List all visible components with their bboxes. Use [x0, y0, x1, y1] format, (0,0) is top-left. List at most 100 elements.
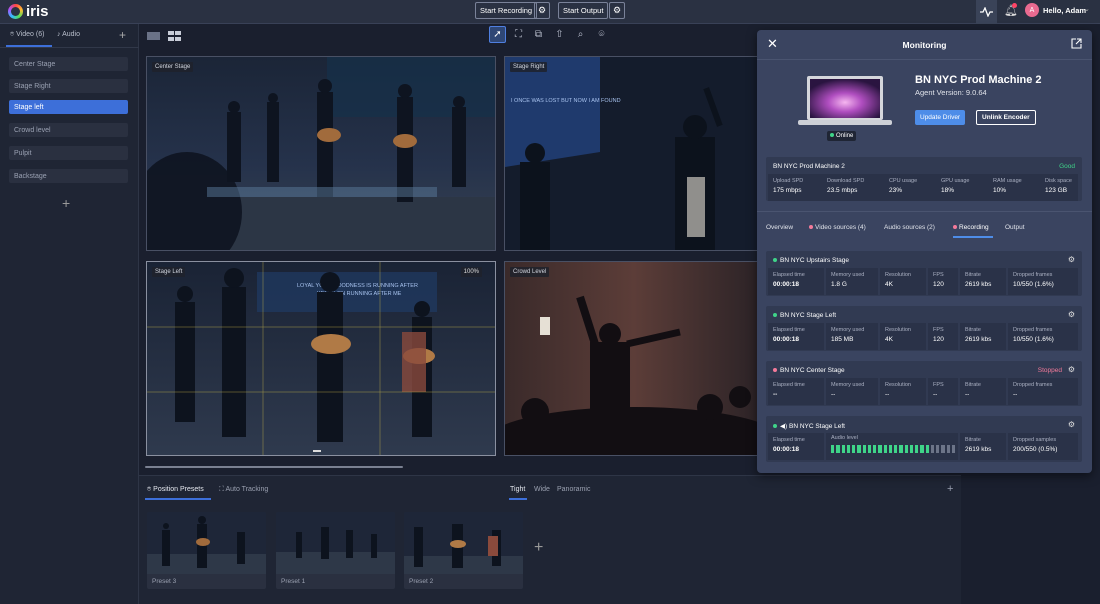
metric-label: GPU usage	[941, 178, 970, 184]
output-settings-gear-icon[interactable]: ⚙	[609, 2, 625, 19]
zoom-panoramic-tab[interactable]: Panoramic	[557, 486, 590, 493]
sidebar-item-center-stage[interactable]: Center Stage	[9, 57, 128, 71]
settings-gear-icon[interactable]: ⚙	[1068, 310, 1075, 319]
settings-gear-icon[interactable]: ⚙	[1068, 365, 1075, 374]
single-layout-icon[interactable]	[147, 31, 160, 41]
location-pin-icon: ⌾	[147, 486, 152, 493]
machine-name: BN NYC Prod Machine 2	[915, 74, 1042, 86]
dropped-cell: Dropped frames --	[1008, 378, 1078, 405]
cell-label: Dropped frames	[1013, 272, 1053, 278]
tab-video-label: Video (6)	[16, 31, 45, 38]
camera-feed-center-stage[interactable]: Center Stage	[146, 56, 496, 251]
sidebar-item-pulpit[interactable]: Pulpit	[9, 146, 128, 160]
audio-level-segment	[836, 445, 840, 453]
metric-upload: Upload SPD 175 mbps	[768, 174, 820, 201]
camera-feed-crowd-level[interactable]: Crowd Level	[504, 261, 762, 456]
horizontal-scrollbar[interactable]	[145, 466, 403, 468]
tab-recording[interactable]: Recording	[953, 224, 989, 231]
resize-frame-icon[interactable]: ⧉	[530, 26, 547, 43]
tab-auto-tracking-label: Auto Tracking	[225, 486, 269, 493]
tab-overview[interactable]: Overview	[766, 224, 793, 231]
select-pointer-icon[interactable]: ➚	[489, 26, 506, 43]
status-badge: Online	[827, 131, 857, 141]
cell-value: --	[1013, 391, 1018, 398]
alert-dot	[809, 225, 813, 229]
recording-card: BN NYC Upstairs Stage ⚙ Elapsed time 00:0…	[766, 251, 1082, 296]
chevron-down-icon[interactable]: ⌄	[1084, 5, 1090, 13]
sidebar-item-crowd-level[interactable]: Crowd level	[9, 123, 128, 137]
add-camera-plus-icon[interactable]: +	[62, 195, 70, 211]
focus-target-icon[interactable]: ⌾	[593, 26, 610, 43]
cell-label: Memory used	[831, 382, 865, 388]
zoom-wide-tab[interactable]: Wide	[534, 486, 550, 493]
settings-gear-icon[interactable]: ⚙	[1068, 255, 1075, 264]
fps-cell: FPS 120	[928, 323, 958, 350]
cell-value: --	[831, 391, 836, 398]
unlink-encoder-button[interactable]: Unlink Encoder	[976, 110, 1036, 125]
tab-position-presets-label: Position Presets	[153, 486, 204, 493]
tab-output[interactable]: Output	[1005, 224, 1025, 231]
settings-gear-icon[interactable]: ⚙	[1068, 420, 1075, 429]
open-external-icon[interactable]	[1071, 38, 1082, 49]
crop-frame-icon[interactable]: ⛶	[510, 26, 527, 43]
active-zoom-underline	[509, 498, 527, 500]
preset-card[interactable]: Preset 3	[147, 512, 266, 589]
cell-value: --	[773, 391, 778, 398]
tab-auto-tracking[interactable]: ⛶ Auto Tracking	[219, 486, 268, 494]
add-source-plus-icon[interactable]: +	[119, 28, 126, 42]
add-preset-plus-icon[interactable]: +	[534, 539, 543, 557]
cell-value: --	[885, 391, 890, 398]
camera-feed-stage-right[interactable]: I ONCE WAS LOST BUT NOW I AM FOUND Stage…	[504, 56, 762, 251]
update-driver-button[interactable]: Update Driver	[915, 110, 966, 125]
tab-position-presets[interactable]: ⌾ Position Presets	[147, 486, 204, 494]
metric-value: 10%	[993, 187, 1007, 194]
add-preset-plus-icon[interactable]: +	[947, 483, 953, 495]
cell-label: Elapsed time	[773, 382, 805, 388]
camera-feed-stage-left[interactable]: LOYAL YOUR GOODNESS IS RUNNING AFTER KEE…	[146, 261, 496, 456]
zoom-icon[interactable]: ⌕	[572, 26, 589, 43]
tab-audio[interactable]: ♪ Audio	[57, 31, 80, 38]
audio-level-segment	[930, 445, 934, 453]
active-tab-underline	[953, 236, 993, 238]
cell-label: Dropped frames	[1013, 327, 1053, 333]
tab-audio-sources[interactable]: Audio sources (2)	[884, 224, 935, 231]
monitoring-pulse-button[interactable]	[976, 0, 997, 24]
status-dot	[773, 313, 777, 317]
cell-value: 00:00:18	[773, 336, 800, 343]
cell-label: Bitrate	[965, 382, 981, 388]
sidebar-item-stage-right[interactable]: Stage Right	[9, 79, 128, 93]
cell-label: FPS	[933, 382, 944, 388]
sidebar-item-stage-left[interactable]: Stage left	[9, 100, 128, 114]
sidebar-item-backstage[interactable]: Backstage	[9, 169, 128, 183]
recording-name: BN NYC Stage Left	[773, 312, 836, 319]
user-greeting[interactable]: Hello, Adam	[1043, 6, 1086, 15]
preset-card[interactable]: Preset 2	[404, 512, 523, 589]
cell-value: 00:00:18	[773, 281, 800, 288]
tab-video-sources[interactable]: Video sources (4)	[809, 224, 866, 231]
fps-cell: FPS 120	[928, 268, 958, 295]
recording-settings-gear-icon[interactable]: ⚙	[534, 2, 550, 19]
metric-ram: RAM usage 10%	[988, 174, 1036, 201]
move-icon[interactable]: ⇧	[551, 26, 568, 43]
laptop-image	[798, 76, 892, 125]
avatar[interactable]: A	[1025, 3, 1039, 17]
recording-name-text: BN NYC Stage Left	[788, 423, 845, 430]
grid-layout-icon[interactable]	[168, 31, 181, 41]
resolution-cell: Resolution 4K	[880, 323, 926, 350]
metric-label: Disk space	[1045, 178, 1072, 184]
audio-level-segment	[873, 445, 877, 453]
audio-level-segment	[915, 445, 919, 453]
preset-card[interactable]: Preset 1	[276, 512, 395, 589]
cell-label: Memory used	[831, 327, 865, 333]
alert-dot	[953, 225, 957, 229]
iris-logo[interactable]: iris	[8, 3, 49, 20]
cell-value: 00:00:18	[773, 446, 800, 453]
audio-level-segment	[878, 445, 882, 453]
tab-video[interactable]: ⌾ Video (6)	[10, 31, 44, 39]
zoom-tight-tab[interactable]: Tight	[510, 486, 525, 493]
start-recording-button[interactable]: Start Recording	[475, 2, 538, 19]
audio-level-segment	[925, 445, 929, 453]
cell-value: 200/550 (0.5%)	[1013, 446, 1058, 453]
start-output-button[interactable]: Start Output	[558, 2, 609, 19]
elapsed-cell: Elapsed time 00:00:18	[768, 433, 824, 460]
